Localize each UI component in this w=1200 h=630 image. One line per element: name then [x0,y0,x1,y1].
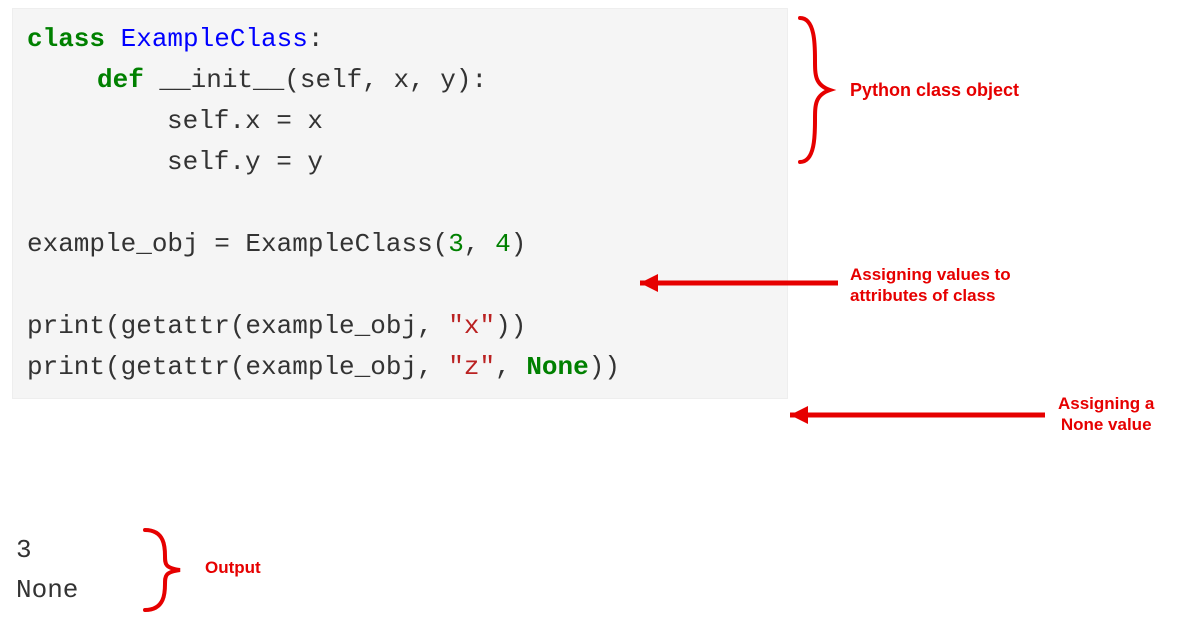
keyword-class: class [27,24,105,54]
string-literal: "x" [448,311,495,341]
comma: , [464,229,495,259]
method-name: __init__ [144,65,284,95]
num-literal: 4 [495,229,511,259]
code-line-9: print(getattr(example_obj, "z", None)) [27,347,773,388]
code-line-4: self.y = y [27,142,773,183]
annotation-class-object: Python class object [850,80,1019,101]
code-line-blank2 [27,265,773,306]
params: (self, x, y): [284,65,487,95]
code-line-2: def __init__(self, x, y): [27,60,773,101]
code-line-blank1 [27,183,773,224]
annotation-line: Assigning a [1058,393,1154,414]
end-parens: )) [589,352,620,382]
print-call: print(getattr(example_obj, [27,311,448,341]
annotation-assigning-values: Assigning values to attributes of class [850,264,1011,306]
colon: : [308,24,324,54]
code-line-8: print(getattr(example_obj, "x")) [27,306,773,347]
assign-text: example_obj = ExampleClass( [27,229,448,259]
output-line-1: 3 [16,530,78,570]
output-block: 3 None [16,530,78,610]
end-parens: )) [495,311,526,341]
annotation-line: Assigning values to [850,264,1011,285]
brace-icon [145,530,180,610]
close-paren: ) [511,229,527,259]
keyword-def: def [97,65,144,95]
class-name: ExampleClass [105,24,308,54]
code-line-6: example_obj = ExampleClass(3, 4) [27,224,773,265]
annotation-line: None value [1058,414,1154,435]
annotation-none-value: Assigning a None value [1058,393,1154,435]
print-call: print(getattr(example_obj, [27,352,448,382]
code-line-1: class ExampleClass: [27,19,773,60]
arrow-head-icon [790,406,808,424]
string-literal: "z" [448,352,495,382]
annotation-line: attributes of class [850,285,1011,306]
brace-icon [800,18,830,162]
comma: , [495,352,526,382]
code-line-3: self.x = x [27,101,773,142]
code-block: class ExampleClass: def __init__(self, x… [12,8,788,399]
none-literal: None [526,352,588,382]
num-literal: 3 [448,229,464,259]
annotation-output: Output [205,558,261,578]
output-line-2: None [16,570,78,610]
